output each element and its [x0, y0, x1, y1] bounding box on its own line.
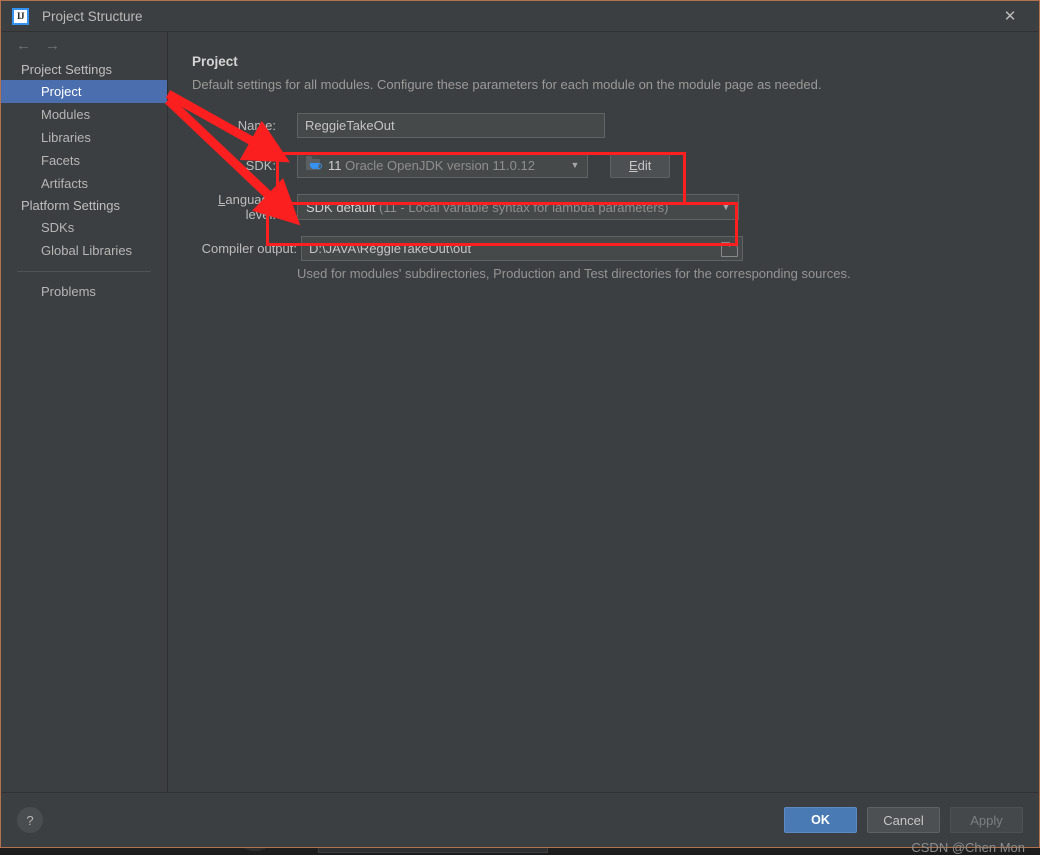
language-level-row: Language level: SDK default (11 - Local …	[192, 192, 1039, 222]
language-level-detail: (11 - Local variable syntax for lambda p…	[379, 200, 669, 215]
sidebar-item-artifacts[interactable]: Artifacts	[1, 172, 167, 195]
footer-button-group: OK Cancel Apply	[784, 807, 1023, 833]
sdk-description: Oracle OpenJDK version 11.0.12	[345, 158, 535, 173]
apply-button: Apply	[950, 807, 1023, 833]
name-label: Name:	[192, 118, 276, 133]
sidebar-group-platform-settings: Platform Settings	[1, 195, 167, 216]
sidebar-item-project[interactable]: Project	[1, 80, 167, 103]
sidebar-item-global-libraries[interactable]: Global Libraries	[1, 239, 167, 262]
sidebar-item-libraries[interactable]: Libraries	[1, 126, 167, 149]
sdk-value: 11 Oracle OpenJDK version 11.0.12	[328, 158, 567, 173]
compiler-output-label: Compiler output:	[192, 241, 297, 256]
project-structure-dialog: IJ Project Structure ✕ ← → Project Setti…	[0, 0, 1040, 848]
language-level-label: Language level:	[192, 192, 276, 222]
sidebar-group-project-settings: Project Settings	[1, 59, 167, 80]
sdk-label: SDK:	[192, 158, 276, 173]
sidebar-item-problems[interactable]: Problems	[1, 280, 167, 303]
compiler-output-row: Compiler output: D:\JAVA\ReggieTakeOut\o…	[192, 236, 1039, 261]
chevron-down-icon[interactable]: ▼	[718, 202, 734, 212]
close-icon[interactable]: ✕	[997, 3, 1023, 29]
edit-mnemonic: E	[629, 158, 638, 173]
dialog-body: ← → Project Settings Project Modules Lib…	[1, 31, 1039, 792]
project-settings-panel: Project Default settings for all modules…	[168, 32, 1039, 792]
chevron-down-icon[interactable]: ▼	[567, 160, 583, 170]
help-button[interactable]: ?	[17, 807, 43, 833]
back-arrow-icon[interactable]: ←	[16, 38, 31, 53]
sdk-version: 11	[328, 158, 342, 173]
settings-sidebar: ← → Project Settings Project Modules Lib…	[1, 32, 168, 792]
compiler-output-value: D:\JAVA\ReggieTakeOut\out	[309, 241, 471, 256]
dialog-title: Project Structure	[42, 9, 143, 24]
intellij-idea-icon: IJ	[12, 8, 29, 25]
edit-sdk-button[interactable]: Edit	[610, 152, 670, 178]
forward-arrow-icon[interactable]: →	[45, 38, 60, 53]
sidebar-divider	[17, 271, 151, 272]
jdk-folder-icon	[306, 158, 322, 172]
sdk-dropdown[interactable]: 11 Oracle OpenJDK version 11.0.12 ▼	[297, 152, 588, 178]
dialog-titlebar: IJ Project Structure ✕	[1, 1, 1039, 31]
navigation-arrows: ← →	[1, 32, 167, 59]
page-description: Default settings for all modules. Config…	[192, 77, 1039, 92]
dialog-footer: ? OK Cancel Apply CSDN @Chen Mon	[1, 792, 1039, 847]
language-level-dropdown[interactable]: SDK default (11 - Local variable syntax …	[297, 194, 739, 220]
sidebar-item-modules[interactable]: Modules	[1, 103, 167, 126]
sidebar-item-sdks[interactable]: SDKs	[1, 216, 167, 239]
ok-button[interactable]: OK	[784, 807, 857, 833]
page-title: Project	[192, 54, 1039, 69]
cancel-button[interactable]: Cancel	[867, 807, 940, 833]
language-level-mnemonic: L	[218, 192, 225, 207]
compiler-output-hint: Used for modules' subdirectories, Produc…	[297, 266, 1039, 281]
folder-icon[interactable]	[720, 242, 738, 256]
language-level-main: SDK default	[306, 200, 375, 215]
project-name-input[interactable]: ReggieTakeOut	[297, 113, 605, 138]
sdk-row: SDK: 11 Oracle OpenJDK version 11.0.12 ▼…	[192, 152, 1039, 178]
compiler-output-input[interactable]: D:\JAVA\ReggieTakeOut\out	[301, 236, 743, 261]
language-level-value: SDK default (11 - Local variable syntax …	[306, 200, 718, 215]
name-row: Name: ReggieTakeOut	[192, 113, 1039, 138]
sidebar-item-facets[interactable]: Facets	[1, 149, 167, 172]
